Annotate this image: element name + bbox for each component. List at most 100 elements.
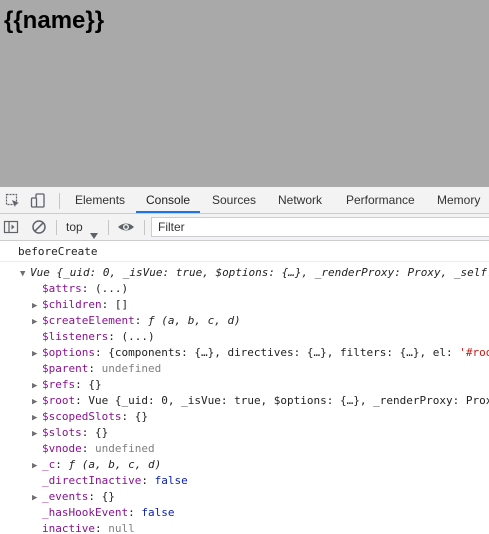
- property-value: (...): [121, 330, 155, 343]
- property-key: $slots: [42, 426, 82, 439]
- collapsed-triangle-icon[interactable]: ▶: [32, 378, 42, 394]
- property-colon: :: [81, 442, 95, 455]
- page-heading: {{name}}: [4, 7, 105, 34]
- property-row[interactable]: ▶ $root: Vue {_uid: 0, _isVue: true, $opt…: [32, 393, 489, 409]
- property-key: $children: [42, 298, 102, 311]
- property-key: $root: [42, 394, 76, 407]
- property-key: $listeners: [42, 330, 109, 343]
- property-colon: :: [101, 298, 115, 311]
- toolbar-divider: [144, 220, 145, 235]
- console-toolbar: top: [0, 214, 489, 241]
- property-colon: :: [108, 330, 122, 343]
- log-message-text: beforeCreate: [18, 245, 98, 258]
- property-colon: :: [55, 458, 69, 471]
- inspect-element-icon[interactable]: [5, 193, 21, 209]
- property-row[interactable]: ▶ $refs: {}: [32, 377, 102, 393]
- property-key: $parent: [42, 362, 89, 375]
- live-expression-eye-icon[interactable]: [117, 219, 135, 235]
- clear-console-icon[interactable]: [31, 219, 47, 235]
- expanded-triangle-icon[interactable]: ▼: [20, 266, 30, 282]
- property-row[interactable]: $vnode: undefined: [32, 441, 155, 457]
- property-value: ƒ (a, b, c, d): [68, 458, 162, 471]
- toolbar-divider: [108, 220, 109, 235]
- tab-sources[interactable]: Sources: [212, 187, 256, 213]
- property-row[interactable]: inactive: null: [32, 521, 135, 534]
- property-colon: :: [75, 394, 89, 407]
- property-key: _hasHookEvent: [42, 506, 129, 519]
- object-preview-row[interactable]: ▼ Vue {_uid: 0, _isVue: true, $options: {…: [20, 265, 489, 281]
- console-log: beforeCreate ▼ Vue {_uid: 0, _isVue: true…: [0, 241, 489, 534]
- property-colon: :: [88, 362, 102, 375]
- property-colon: :: [94, 522, 109, 534]
- filter-input[interactable]: [151, 217, 489, 237]
- property-key: $vnode: [42, 442, 82, 455]
- tab-network[interactable]: Network: [278, 187, 322, 213]
- property-value: {}: [88, 378, 102, 391]
- collapsed-triangle-icon[interactable]: ▶: [32, 394, 42, 410]
- property-row[interactable]: ▶ $scopedSlots: {}: [32, 409, 148, 425]
- collapsed-triangle-icon[interactable]: ▶: [32, 314, 42, 330]
- property-value: {components: {…}, directives: {…}, filte…: [108, 346, 460, 359]
- property-key: inactive: [42, 522, 95, 534]
- property-colon: :: [88, 490, 102, 503]
- property-value: undefined: [101, 362, 162, 375]
- property-row[interactable]: ▶ $children: []: [32, 297, 128, 313]
- property-row[interactable]: ▶ _events: {}: [32, 489, 115, 505]
- property-colon: :: [121, 410, 135, 423]
- property-row[interactable]: ▶ $createElement: ƒ (a, b, c, d): [32, 313, 241, 329]
- object-preview-body: {_uid: 0, _isVue: true, $options: {…}, _…: [56, 266, 489, 279]
- property-value: null: [108, 522, 135, 534]
- object-preview-prefix: Vue: [30, 266, 57, 279]
- device-toolbar-icon[interactable]: [30, 193, 46, 209]
- property-colon: :: [141, 474, 155, 487]
- property-value: {}: [95, 426, 109, 439]
- collapsed-triangle-icon[interactable]: ▶: [32, 426, 42, 442]
- property-value-string: '#roo: [459, 346, 489, 359]
- property-value: {}: [134, 410, 148, 423]
- tab-console[interactable]: Console: [136, 187, 201, 213]
- tab-elements[interactable]: Elements: [75, 187, 125, 213]
- collapsed-triangle-icon[interactable]: ▶: [32, 458, 42, 474]
- property-colon: :: [94, 346, 109, 359]
- property-value: (...): [95, 282, 129, 295]
- property-key: $createElement: [42, 314, 135, 327]
- property-colon: :: [128, 506, 142, 519]
- property-value: ƒ (a, b, c, d): [147, 314, 241, 327]
- property-row[interactable]: _directInactive: false: [32, 473, 188, 489]
- property-row[interactable]: ▶ $options: {components: {…}, directives:…: [32, 345, 489, 361]
- property-key: $options: [42, 346, 95, 359]
- property-key: _directInactive: [42, 474, 142, 487]
- log-message: beforeCreate: [0, 241, 489, 262]
- tab-memory[interactable]: Memory: [437, 187, 480, 213]
- show-sidebar-icon[interactable]: [3, 219, 19, 235]
- property-value: {}: [101, 490, 115, 503]
- context-selector[interactable]: top: [66, 214, 83, 240]
- tab-performance[interactable]: Performance: [346, 187, 415, 213]
- property-key: _events: [42, 490, 89, 503]
- collapsed-triangle-icon[interactable]: ▶: [32, 346, 42, 362]
- property-row[interactable]: ▶ _c: ƒ (a, b, c, d): [32, 457, 161, 473]
- property-row[interactable]: _hasHookEvent: false: [32, 505, 174, 521]
- property-value: undefined: [95, 442, 155, 455]
- property-colon: :: [134, 314, 148, 327]
- property-key: $scopedSlots: [42, 410, 122, 423]
- collapsed-triangle-icon[interactable]: ▶: [32, 490, 42, 506]
- property-row[interactable]: ▶ $slots: {}: [32, 425, 108, 441]
- dropdown-arrow-icon[interactable]: [90, 224, 98, 239]
- property-key: _c: [42, 458, 56, 471]
- toolbar-divider: [59, 193, 60, 209]
- page-viewport: {{name}}: [0, 0, 489, 187]
- property-colon: :: [81, 282, 95, 295]
- collapsed-triangle-icon[interactable]: ▶: [32, 298, 42, 314]
- property-row[interactable]: $parent: undefined: [32, 361, 161, 377]
- devtools-tab-bar: Elements Console Sources Network Perform…: [0, 187, 489, 214]
- toolbar-divider: [56, 220, 57, 235]
- property-value: false: [154, 474, 188, 487]
- property-row[interactable]: $attrs: (...): [32, 281, 128, 297]
- collapsed-triangle-icon[interactable]: ▶: [32, 410, 42, 426]
- property-colon: :: [81, 426, 95, 439]
- property-colon: :: [75, 378, 89, 391]
- property-key: $refs: [42, 378, 76, 391]
- property-value: Vue {_uid: 0, _isVue: true, $options: {……: [88, 394, 489, 407]
- property-row[interactable]: $listeners: (...): [32, 329, 155, 345]
